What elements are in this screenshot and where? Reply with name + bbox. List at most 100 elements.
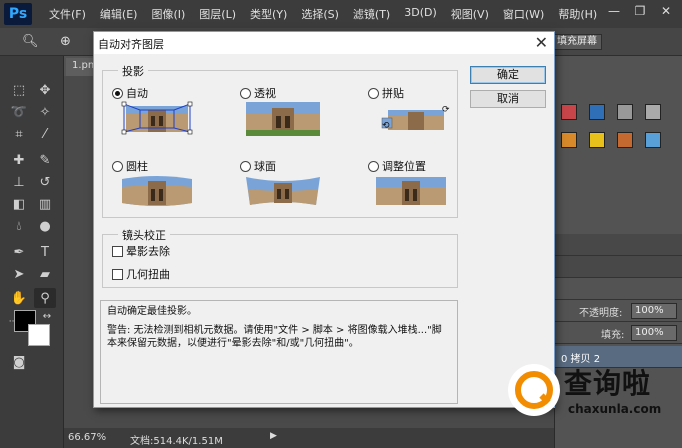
status-bar: 66.67% 文档:514.4K/1.51M ▶ xyxy=(64,428,554,448)
style-swatch[interactable] xyxy=(645,132,661,148)
cylindrical-projection-thumbnail[interactable] xyxy=(120,173,194,209)
eyedropper-tool-icon[interactable]: ⁄ xyxy=(34,124,56,144)
gradient-tool-icon[interactable]: ▥ xyxy=(34,194,56,214)
stamp-tool-icon[interactable]: ⊥ xyxy=(8,172,30,192)
spherical-projection-thumbnail[interactable] xyxy=(246,173,320,209)
projection-reposition-option[interactable]: 调整位置 xyxy=(368,158,426,174)
zoom-tool-icon[interactable]: ⚲ xyxy=(34,288,56,308)
collage-projection-thumbnail[interactable]: ⟲ ⟳ xyxy=(378,100,452,136)
menu-bar: Ps 文件(F) 编辑(E) 图像(I) 图层(L) 类型(Y) 选择(S) 滤镜(T) 3D… xyxy=(0,0,682,28)
svg-text:⟲: ⟲ xyxy=(382,121,390,131)
lens-correction-legend: 镜头校正 xyxy=(118,227,170,243)
projection-cylindrical-option[interactable]: 圆柱 xyxy=(112,158,148,174)
status-menu-arrow-icon[interactable]: ▶ xyxy=(270,431,277,441)
crop-tool-icon[interactable]: ⌗ xyxy=(8,124,30,144)
warning-text: 警告: 无法检测到相机元数据。请使用"文件 > 脚本 > 将图像载入堆栈..."… xyxy=(107,325,442,349)
radio-button[interactable] xyxy=(112,87,123,99)
swap-colors-icon[interactable]: ↔ xyxy=(36,306,58,326)
zoom-level[interactable]: 66.67% xyxy=(68,432,106,443)
restore-button[interactable]: ❐ xyxy=(630,4,650,22)
style-swatch[interactable] xyxy=(561,104,577,120)
radio-button[interactable] xyxy=(240,87,251,99)
menu-item[interactable]: 图层(L) xyxy=(192,6,243,22)
pen-tool-icon[interactable]: ✒ xyxy=(8,242,30,262)
layers-panel-header xyxy=(555,256,682,278)
menu-item[interactable]: 视图(V) xyxy=(444,6,496,22)
cancel-button[interactable]: 取消 xyxy=(470,90,546,108)
close-window-button[interactable]: ✕ xyxy=(656,4,676,22)
photoshop-logo: Ps xyxy=(4,3,32,25)
background-color-swatch[interactable] xyxy=(28,324,50,346)
reposition-projection-thumbnail[interactable] xyxy=(374,173,448,209)
style-swatch[interactable] xyxy=(589,104,605,120)
menu-item[interactable]: 帮助(H) xyxy=(551,6,604,22)
radio-button[interactable] xyxy=(368,87,379,99)
brush-tool-icon[interactable]: ✎ xyxy=(34,150,56,170)
vignette-removal-option[interactable]: 晕影去除 xyxy=(112,243,170,259)
watermark-name: 查询啦 xyxy=(564,367,652,400)
perspective-projection-thumbnail[interactable] xyxy=(246,100,320,136)
checkbox[interactable] xyxy=(112,268,123,280)
panel-footer xyxy=(555,234,682,256)
menu-item[interactable]: 滤镜(T) xyxy=(346,6,397,22)
radio-button[interactable] xyxy=(240,160,251,172)
marquee-tool-icon[interactable]: ⬚ xyxy=(8,80,30,100)
radio-button[interactable] xyxy=(112,160,123,172)
layer-filter-row xyxy=(555,278,682,300)
style-swatch[interactable] xyxy=(617,104,633,120)
ok-button[interactable]: 确定 xyxy=(470,66,546,84)
lasso-tool-icon[interactable]: ➰ xyxy=(8,102,30,122)
description-text: 自动确定最佳投影。 xyxy=(107,306,197,317)
document-info: 文档:514.4K/1.51M xyxy=(130,436,223,447)
watermark-url: chaxunla.com xyxy=(568,402,662,416)
path-select-tool-icon[interactable]: ➤ xyxy=(8,264,30,284)
dialog-close-icon[interactable]: ✕ xyxy=(535,33,548,52)
svg-text:⟳: ⟳ xyxy=(442,105,450,115)
style-swatch[interactable] xyxy=(589,132,605,148)
blur-tool-icon[interactable]: 💧︎ xyxy=(8,216,30,236)
eraser-tool-icon[interactable]: ◧ xyxy=(8,194,30,214)
zoom-in-icon[interactable]: ⊕ xyxy=(60,34,71,49)
auto-projection-thumbnail[interactable] xyxy=(120,100,194,136)
style-swatch[interactable] xyxy=(561,132,577,148)
menu-item[interactable]: 窗口(W) xyxy=(496,6,551,22)
projection-collage-option[interactable]: 拼贴 xyxy=(368,85,404,101)
style-swatch[interactable] xyxy=(645,104,661,120)
dodge-tool-icon[interactable]: ● xyxy=(34,216,56,236)
projection-legend: 投影 xyxy=(118,63,148,79)
type-tool-icon[interactable]: T xyxy=(34,242,56,262)
menu-item[interactable]: 编辑(E) xyxy=(93,6,145,22)
history-brush-icon[interactable]: ↺ xyxy=(34,172,56,192)
radio-button[interactable] xyxy=(368,160,379,172)
zoom-tool-icon[interactable]: 🔍︎ xyxy=(22,34,39,49)
hand-tool-icon[interactable]: ✋ xyxy=(8,288,30,308)
blend-mode-row: 不透明度: 100% xyxy=(555,300,682,322)
menu-item[interactable]: 选择(S) xyxy=(294,6,346,22)
magic-wand-tool-icon[interactable]: ✧ xyxy=(34,102,56,122)
toolbox: ⬚ ✥ ➰ ✧ ⌗ ⁄ ✚ ✎ ⊥ ↺ ◧ ▥ 💧︎ ● ✒ T ➤ ▰ ✋ ⚲… xyxy=(0,56,64,448)
menu-item[interactable]: 文件(F) xyxy=(42,6,93,22)
geometric-distortion-option[interactable]: 几何扭曲 xyxy=(112,266,170,282)
menu-items: 文件(F) 编辑(E) 图像(I) 图层(L) 类型(Y) 选择(S) 滤镜(T) 3D(D)… xyxy=(42,6,604,22)
menu-item[interactable]: 图像(I) xyxy=(144,6,192,22)
move-tool-icon[interactable]: ✥ xyxy=(34,80,56,100)
menu-item[interactable]: 类型(Y) xyxy=(243,6,294,22)
fill-screen-button[interactable]: 填充屏幕 xyxy=(552,34,602,50)
healing-tool-icon[interactable]: ✚ xyxy=(8,150,30,170)
quick-mask-icon[interactable]: ◙ xyxy=(8,352,30,372)
menu-item[interactable]: 3D(D) xyxy=(397,6,444,22)
fill-field[interactable]: 100% xyxy=(631,325,677,341)
style-swatch[interactable] xyxy=(617,132,633,148)
description-box: 自动确定最佳投影。 警告: 无法检测到相机元数据。请使用"文件 > 脚本 > 将… xyxy=(100,300,458,404)
opacity-label: 不透明度: xyxy=(579,308,623,319)
projection-perspective-option[interactable]: 透视 xyxy=(240,85,276,101)
projection-auto-option[interactable]: 自动 xyxy=(112,85,148,101)
checkbox[interactable] xyxy=(112,245,123,257)
minimize-button[interactable]: — xyxy=(604,4,624,22)
projection-spherical-option[interactable]: 球面 xyxy=(240,158,276,174)
opacity-field[interactable]: 100% xyxy=(631,303,677,319)
auto-align-layers-dialog: 自动对齐图层 ✕ 投影 自动 透视 拼贴 圆柱 球面 调整位置 ⟲ ⟳ 镜头校正… xyxy=(93,31,555,408)
shape-tool-icon[interactable]: ▰ xyxy=(34,264,56,284)
fill-row: 填充: 100% xyxy=(555,322,682,344)
watermark: 查询啦 chaxunla.com xyxy=(500,356,680,426)
